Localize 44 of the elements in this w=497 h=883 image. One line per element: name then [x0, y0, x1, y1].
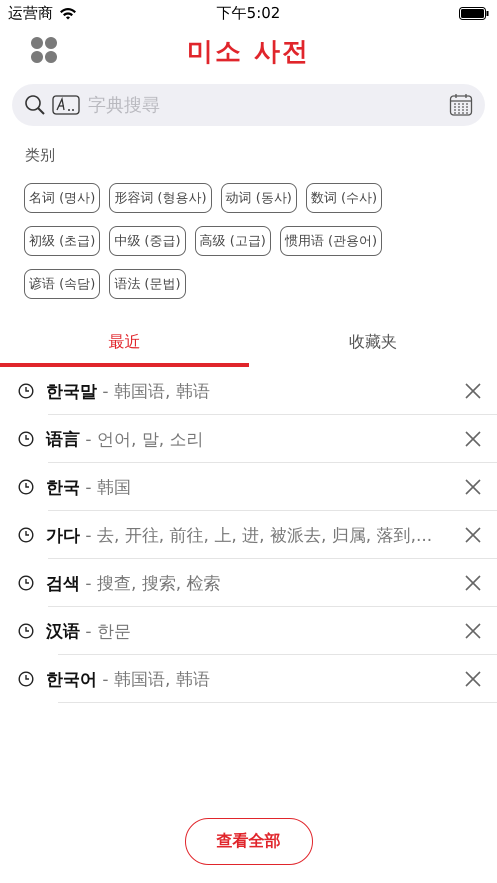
- history-entry[interactable]: 汉语 - 한문: [46, 620, 465, 642]
- category-chip[interactable]: 形容词 (형용사): [109, 183, 212, 213]
- history-entry[interactable]: 한국말 - 韩国语, 韩语: [46, 380, 465, 402]
- view-all-button[interactable]: 查看全部: [184, 818, 312, 865]
- status-time: 下午5:02: [216, 4, 280, 22]
- clock-icon: [18, 623, 34, 639]
- category-chip[interactable]: 初级 (초급): [24, 226, 100, 256]
- category-chip[interactable]: 惯用语 (관용어): [280, 226, 382, 256]
- category-chip[interactable]: 谚语 (속담): [24, 269, 100, 299]
- calendar-icon[interactable]: [449, 93, 473, 117]
- clock-icon: [18, 383, 34, 399]
- clock-icon: [18, 479, 34, 495]
- app-title: 미소 사전: [186, 36, 310, 68]
- tab[interactable]: 收藏夹: [248, 321, 497, 367]
- clock-icon: [18, 527, 34, 543]
- battery-icon: [459, 6, 489, 20]
- history-entry[interactable]: 한국어 - 韩国语, 韩语: [46, 668, 465, 690]
- tab[interactable]: 最近: [0, 321, 248, 367]
- close-icon[interactable]: [465, 575, 481, 591]
- carrier-label: 运营商: [8, 4, 53, 22]
- handwriting-icon[interactable]: [52, 95, 80, 115]
- history-entry[interactable]: 가다 - 去, 开往, 前往, 上, 进, 被派去, 归属, 落到,...: [46, 524, 465, 546]
- search-icon: [24, 94, 46, 116]
- close-icon[interactable]: [465, 671, 481, 687]
- close-icon[interactable]: [465, 623, 481, 639]
- clock-icon: [18, 671, 34, 687]
- category-chip[interactable]: 语法 (문법): [109, 269, 186, 299]
- close-icon[interactable]: [465, 527, 481, 543]
- close-icon[interactable]: [465, 479, 481, 495]
- category-chip[interactable]: 高级 (고급): [194, 226, 271, 256]
- wifi-icon: [59, 6, 77, 20]
- category-chip[interactable]: 名词 (명사): [24, 183, 100, 213]
- category-chip[interactable]: 数词 (수사): [306, 183, 382, 213]
- category-chip[interactable]: 动词 (동사): [220, 183, 297, 213]
- history-entry[interactable]: 한국 - 韩国: [46, 476, 465, 498]
- menu-icon[interactable]: [30, 36, 58, 64]
- clock-icon: [18, 575, 34, 591]
- close-icon[interactable]: [465, 431, 481, 447]
- close-icon[interactable]: [465, 383, 481, 399]
- section-title: 类别: [25, 146, 56, 165]
- category-chip[interactable]: 中级 (중급): [109, 226, 186, 256]
- history-entry[interactable]: 语言 - 언어, 말, 소리: [46, 428, 465, 450]
- clock-icon: [18, 431, 34, 447]
- history-entry[interactable]: 검색 - 搜查, 搜索, 检索: [46, 572, 465, 594]
